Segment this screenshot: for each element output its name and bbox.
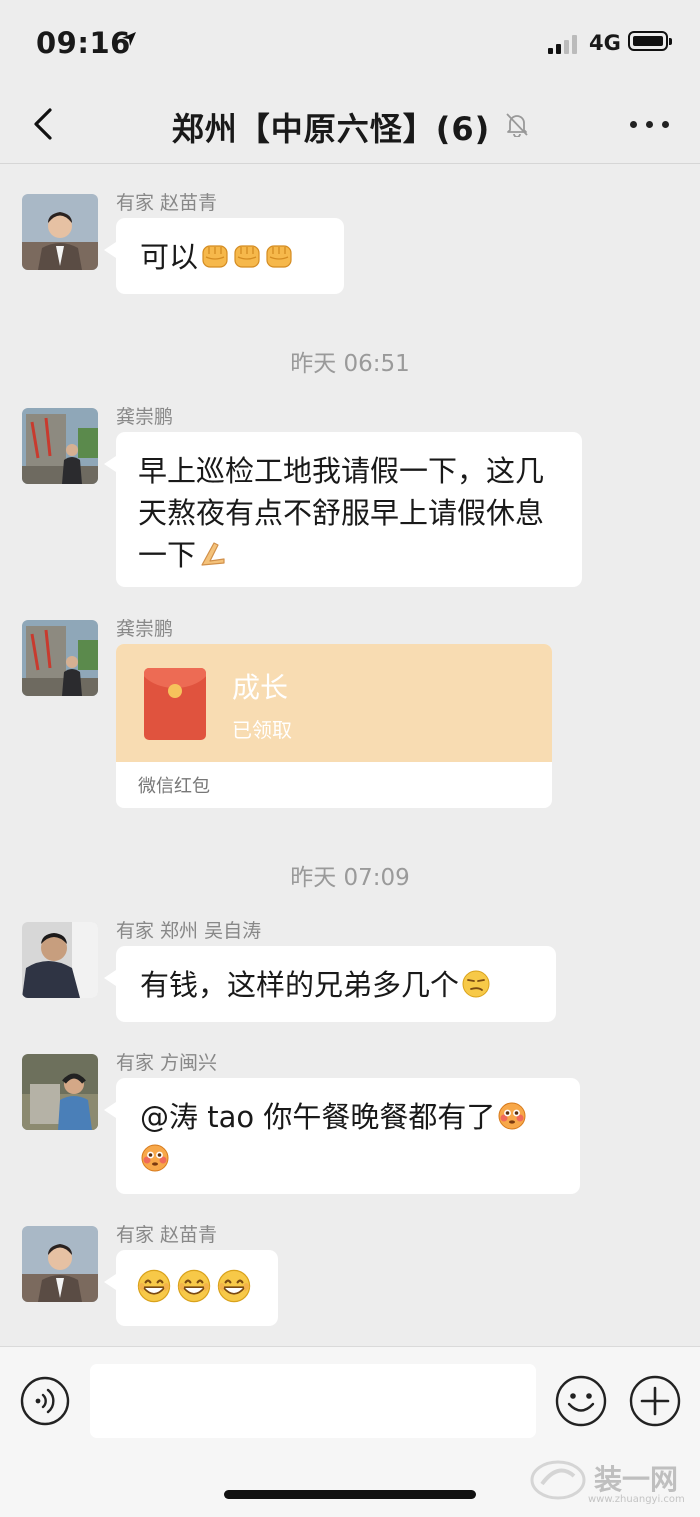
- sender-name: 有家 赵苗青: [116, 192, 218, 214]
- avatar[interactable]: [22, 408, 98, 484]
- sender-name: 龚崇鹏: [116, 618, 174, 640]
- watermark-brand: 装一网: [594, 1463, 679, 1496]
- sender-name: 有家 赵苗青: [116, 1224, 218, 1246]
- watermark-url: www.zhuangyi.com: [588, 1494, 685, 1505]
- fist-emoji-icon: [200, 241, 230, 271]
- status-time: 09:16: [36, 26, 131, 60]
- avatar[interactable]: [22, 922, 98, 998]
- signal-icon: [548, 34, 582, 54]
- red-packet-status: 已领取: [232, 718, 292, 742]
- flushed-emoji-icon: [497, 1101, 527, 1131]
- red-packet-title: 成长: [232, 671, 289, 704]
- avatar[interactable]: [22, 194, 98, 270]
- fist-emoji-icon: [232, 241, 262, 271]
- nav-divider: [0, 163, 700, 164]
- sender-name: 有家 方闽兴: [116, 1052, 218, 1074]
- watermark-logo-icon: [530, 1460, 586, 1500]
- message-bubble[interactable]: @涛 tao 你午餐晚餐都有了: [104, 1078, 580, 1194]
- message-text: @涛 tao 你午餐晚餐都有了: [140, 1100, 496, 1134]
- location-arrow-icon: [122, 32, 136, 46]
- sender-name: 龚崇鹏: [116, 406, 174, 428]
- message-bubble[interactable]: 早上巡检工地我请假一下，这几天熬夜有点不舒服早上请假休息一下: [104, 432, 582, 587]
- more-functions-plus-icon[interactable]: [629, 1375, 681, 1427]
- fist-emoji-icon: [264, 241, 294, 271]
- timestamp: 昨天 06:51: [290, 351, 410, 377]
- voice-input-icon[interactable]: [20, 1376, 70, 1426]
- battery-icon: [628, 31, 672, 51]
- red-packet-footer: 微信红包: [138, 776, 210, 797]
- message-bubble[interactable]: [104, 1250, 278, 1326]
- dot-icon: [662, 121, 669, 128]
- more-options-button[interactable]: [626, 110, 674, 138]
- grin-sweat-emoji-icon: [136, 1268, 172, 1304]
- dot-icon: [646, 121, 653, 128]
- chat-title: 郑州【中原六怪】(6): [0, 104, 700, 150]
- smirk-emoji-icon: [461, 969, 491, 999]
- avatar[interactable]: [22, 1226, 98, 1302]
- message-text: 有钱，这样的兄弟多几个: [140, 968, 460, 1002]
- flushed-emoji-icon: [140, 1143, 170, 1173]
- red-packet-header: 成长 已领取: [116, 644, 552, 762]
- avatar[interactable]: [22, 1054, 98, 1130]
- red-envelope-icon: [144, 668, 206, 740]
- home-indicator: [224, 1490, 476, 1499]
- message-bubble[interactable]: 有钱，这样的兄弟多几个: [104, 946, 556, 1022]
- network-label: 4G: [589, 31, 621, 55]
- grin-sweat-emoji-icon: [176, 1268, 212, 1304]
- sender-name: 有家 郑州 吴自涛: [116, 920, 262, 942]
- red-packet-card[interactable]: 成长 已领取 微信红包: [116, 644, 552, 808]
- message-text: 可以: [140, 240, 199, 274]
- message-input[interactable]: [90, 1364, 536, 1438]
- emoji-picker-icon[interactable]: [555, 1375, 607, 1427]
- timestamp: 昨天 07:09: [290, 865, 410, 891]
- chat-title-text: 郑州【中原六怪】(6): [171, 110, 491, 148]
- mute-bell-icon: [506, 113, 528, 137]
- dot-icon: [630, 121, 637, 128]
- hands-together-emoji-icon: [198, 539, 228, 569]
- avatar[interactable]: [22, 620, 98, 696]
- message-bubble[interactable]: 可以: [104, 218, 344, 294]
- grin-sweat-emoji-icon: [216, 1268, 252, 1304]
